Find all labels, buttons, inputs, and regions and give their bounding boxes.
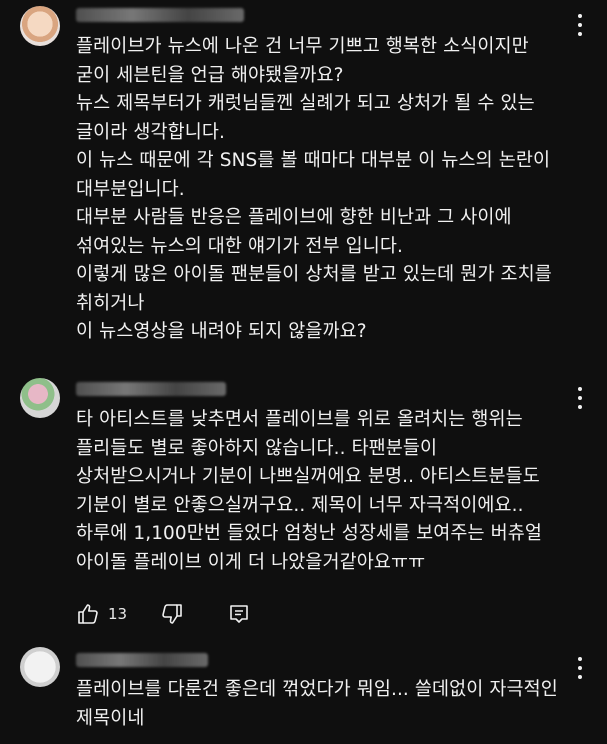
author-name-blurred[interactable] [76,8,244,22]
author-name-blurred[interactable] [76,653,208,667]
reply-button[interactable] [227,602,251,626]
thumbs-down-icon [162,604,182,624]
reply-icon [230,605,248,623]
thumbs-up-icon [78,604,98,624]
like-button[interactable]: 13 [76,602,127,626]
like-count: 13 [108,605,128,623]
avatar[interactable] [20,6,60,46]
avatar[interactable] [20,647,60,687]
comment-text: 플레이브가 뉴스에 나온 건 너무 기쁘고 행복한 소식이지만 굳이 세븐틴을 … [76,36,552,342]
dislike-button[interactable] [160,602,184,626]
comment-text: 타 아티스트를 낮추면서 플레이브를 위로 올려치는 행위는 플리들도 별로 좋… [76,409,542,573]
author-name-blurred[interactable] [76,382,226,396]
comment-actions: 13 [76,599,251,629]
comment-text: 플레이브를 다룬건 좋은데 꺾었다가 뭐임... 쓸데없이 자극적인 제목이네 [76,679,558,729]
avatar[interactable] [20,378,60,418]
